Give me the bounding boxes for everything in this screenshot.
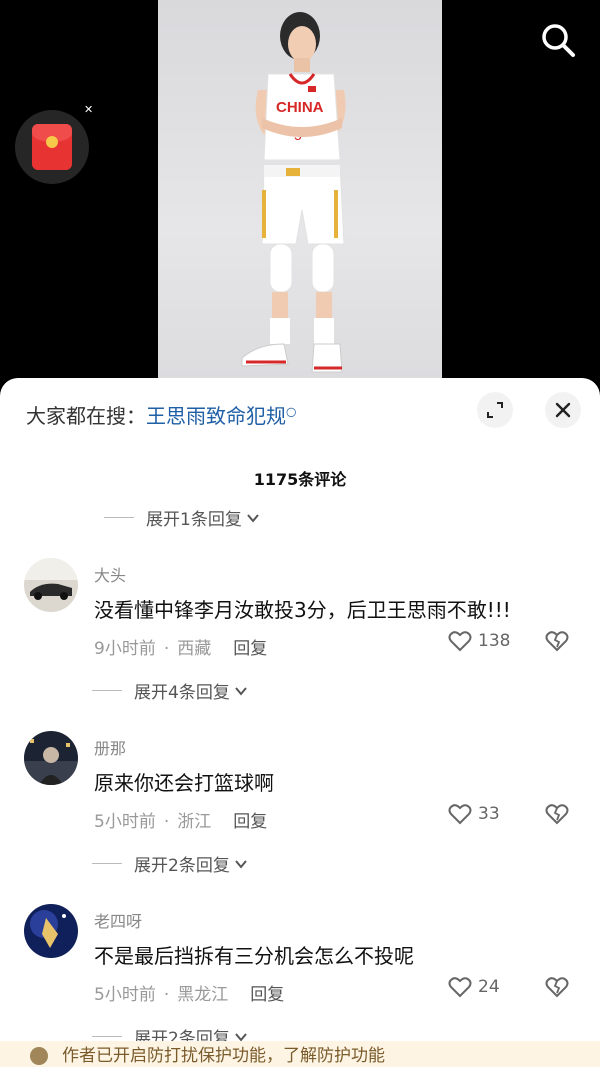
comment-item: 大头 没看懂中锋李月汝敢投3分，后卫王思雨不敢!!! 9小时前 · 西藏 回复 138 [0,558,600,698]
divider [92,690,122,691]
comment-location: 西藏 [177,639,212,659]
anti-harassment-notice[interactable]: 作者已开启防打扰保护功能，了解防护功能 [0,1041,600,1067]
divider [92,1036,122,1037]
comment-item: 老四呀 不是最后挡拆有三分机会怎么不投呢 5小时前 · 黑龙江 回复 24 [0,904,600,1044]
comment-text: 不是最后挡拆有三分机会怎么不投呢 [94,944,414,968]
avatar[interactable] [24,558,78,612]
search-small-icon: ○ [286,404,297,419]
notice-text: 作者已开启防打扰保护功能，了解防护功能 [62,1046,385,1066]
expand-replies-toggle[interactable]: 展开4条回复 [92,678,248,703]
broken-heart-icon [545,977,569,998]
basketball-player-image: CHINA 5 [241,12,346,373]
avatar[interactable] [24,731,78,785]
player-photo: CHINA 5 [158,0,442,380]
dislike-button[interactable] [544,976,570,1002]
divider [92,863,122,864]
red-envelope-close-icon[interactable]: ✕ [84,103,93,116]
chevron-down-icon [235,859,247,869]
screen: CHINA 5 [0,0,600,1067]
red-envelope-button[interactable] [15,110,89,184]
dislike-button[interactable] [544,630,570,656]
dislike-button[interactable] [544,803,570,829]
search-icon [542,24,575,57]
expand-sheet-button[interactable] [477,392,513,428]
like-button[interactable]: 33 [448,803,500,825]
broken-heart-icon [545,804,569,825]
expand-icon [487,402,503,418]
comment-item: 册那 原来你还会打篮球啊 5小时前 · 浙江 回复 33 [0,731,600,871]
expand-replies-label: 展开2条回复 [134,856,230,876]
comment-location: 黑龙江 [177,985,229,1005]
hot-search-bar[interactable]: 大家都在搜：王思雨致命犯规○ [26,400,296,429]
close-sheet-button[interactable] [545,392,581,428]
like-count: 138 [478,631,511,651]
heart-icon [448,631,472,652]
comment-meta: 5小时前 · 黑龙江 回复 [94,985,285,1005]
broken-heart-icon [545,631,569,652]
reply-button[interactable]: 回复 [233,639,267,659]
comment-count: 1175条评论 [253,470,347,489]
avatar[interactable] [24,904,78,958]
hot-search-prefix: 大家都在搜： [26,404,146,428]
comment-time: 5小时前 [94,985,156,1005]
comment-meta: 5小时前 · 浙江 回复 [94,812,268,832]
comment-meta: 9小时前 · 西藏 回复 [94,639,268,659]
chevron-down-icon [247,513,259,523]
like-button[interactable]: 138 [448,630,510,652]
red-envelope-icon [32,124,72,170]
reply-button[interactable]: 回复 [250,985,284,1005]
hot-search-keyword[interactable]: 王思雨致命犯规 [146,404,286,428]
close-icon [555,402,571,418]
expand-replies-label: 展开4条回复 [134,683,230,703]
comment-time: 9小时前 [94,639,156,659]
reply-button[interactable]: 回复 [233,812,267,832]
chevron-down-icon [235,686,247,696]
comment-username[interactable]: 大头 [94,562,126,586]
heart-icon [448,977,472,998]
comment-time: 5小时前 [94,812,156,832]
like-button[interactable]: 24 [448,976,500,998]
expand-replies-label: 展开1条回复 [146,510,242,530]
search-button[interactable] [536,18,580,62]
comment-text: 没看懂中锋李月汝敢投3分，后卫王思雨不敢!!! [94,598,511,622]
comment-username[interactable]: 老四呀 [94,908,142,932]
comments-sheet: 大家都在搜：王思雨致命犯规○ 1175条评论 展开1条回复 大头 没看懂中锋李月… [0,378,600,1067]
comment-username[interactable]: 册那 [94,735,126,759]
expand-replies-toggle[interactable]: 展开1条回复 [104,505,260,530]
heart-icon [448,804,472,825]
comment-location: 浙江 [177,812,212,832]
expand-replies-toggle[interactable]: 展开2条回复 [92,851,248,876]
like-count: 24 [478,977,500,997]
divider [104,517,134,518]
like-count: 33 [478,804,500,824]
jersey-text: CHINA [276,99,324,116]
comment-text: 原来你还会打篮球啊 [94,771,274,795]
video-player[interactable]: CHINA 5 [0,0,600,400]
info-icon [30,1047,48,1065]
